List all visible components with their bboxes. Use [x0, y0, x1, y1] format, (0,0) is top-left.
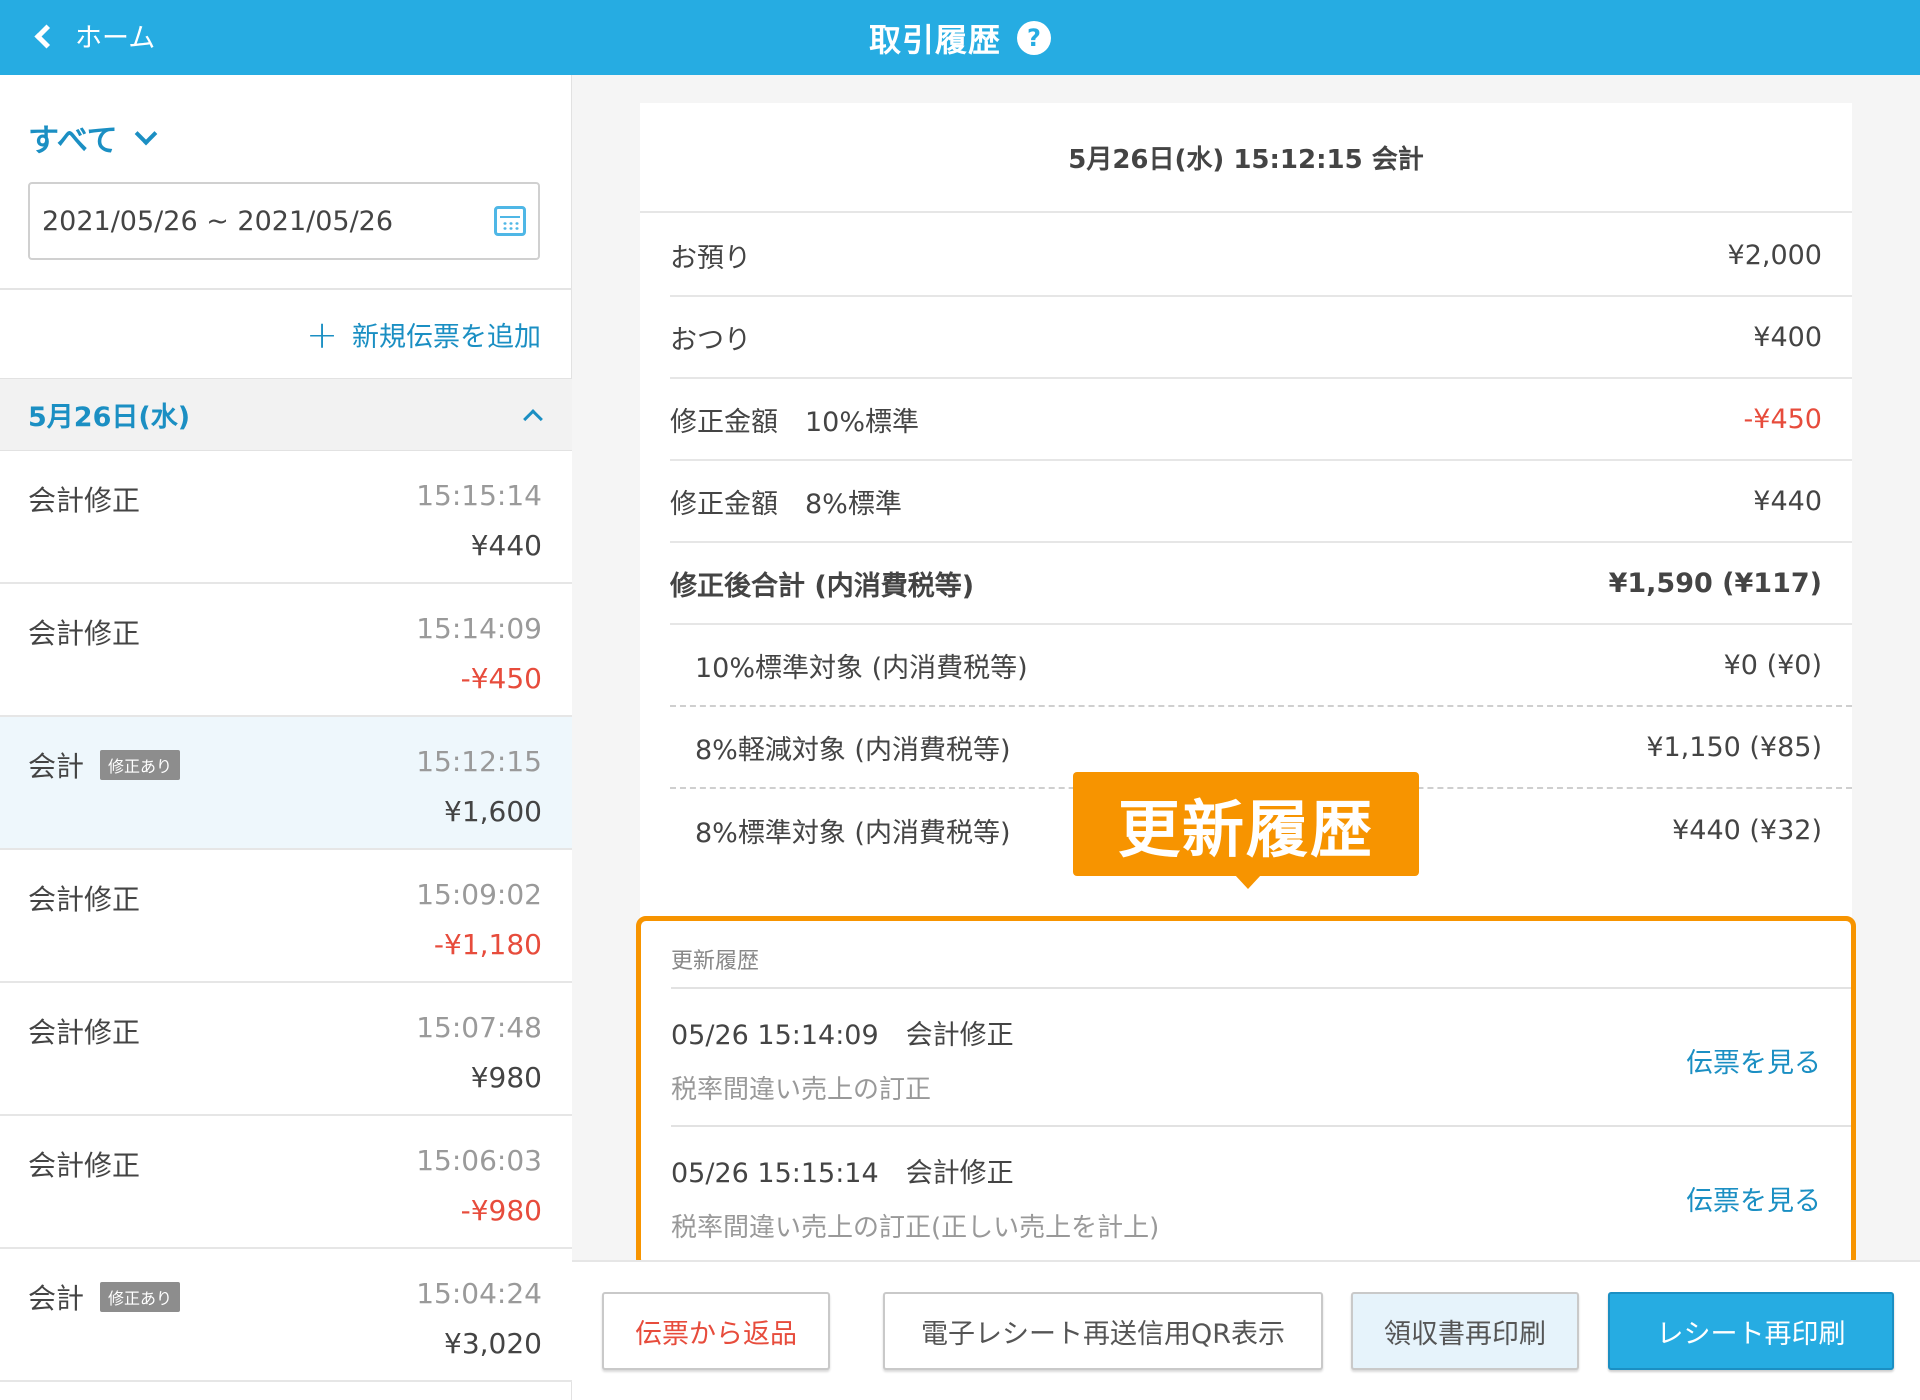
action-bar: 伝票から返品 電子レシート再送信用QR表示 領収書再印刷 レシート再印刷	[572, 1260, 1920, 1400]
history-item: 05/26 15:14:09 会計修正 税率間違い売上の訂正 伝票を見る	[671, 989, 1821, 1125]
detail-row-value: ¥2,000	[1727, 239, 1822, 271]
filter-label: すべて	[28, 123, 118, 159]
transaction-amount: ¥1,600	[444, 795, 542, 828]
transaction-amount: -¥1,180	[433, 928, 542, 961]
modified-badge: 修正あり	[100, 1282, 181, 1312]
detail-row-label: お預り	[670, 242, 751, 274]
detail-row-label: おつり	[670, 324, 751, 356]
detail-row-label: 10%標準対象 (内消費税等)	[695, 652, 1028, 684]
reprint-slip-button[interactable]: レシート再印刷	[1608, 1292, 1894, 1370]
plus-icon: +	[306, 312, 338, 357]
detail-row: 修正金額 8%標準 ¥440	[670, 461, 1852, 543]
callout-pointer	[1235, 875, 1261, 889]
date-range-input[interactable]: 2021/05/26 ~ 2021/05/26	[28, 182, 540, 260]
reprint-receipt-button[interactable]: 領収書再印刷	[1351, 1292, 1579, 1370]
transaction-name: 会計修正	[28, 1016, 141, 1049]
detail-row-value: -¥450	[1743, 403, 1822, 435]
detail-row: おつり ¥400	[670, 297, 1852, 379]
detail-row-value: ¥1,150 (¥85)	[1646, 731, 1822, 763]
history-callout: 更新履歴	[1073, 772, 1419, 876]
chevron-up-icon	[523, 408, 543, 429]
view-ticket-link[interactable]: 伝票を見る	[1686, 1179, 1821, 1218]
detail-row-label: 8%軽減対象 (内消費税等)	[695, 734, 1011, 766]
transaction-item[interactable]: 会計 修正あり 15:12:15 ¥1,600	[0, 717, 572, 850]
transaction-name-wrap: 会計 修正あり	[28, 745, 181, 785]
date-group-label: 5月26日(水)	[28, 402, 191, 433]
sidebar: すべて 2021/05/26 ~ 2021/05/26 + 新規伝票を追加 5月…	[0, 75, 572, 1400]
transaction-time: 15:06:03	[416, 1144, 542, 1177]
transaction-time: 15:15:14	[416, 479, 542, 512]
history-item-main: 05/26 15:15:14 会計修正	[671, 1158, 1014, 1189]
transaction-amount: ¥980	[470, 1061, 542, 1094]
detail-row-value: ¥440	[1753, 485, 1822, 517]
add-ticket-label: 新規伝票を追加	[352, 322, 541, 353]
view-ticket-link[interactable]: 伝票を見る	[1686, 1041, 1821, 1080]
transaction-time: 15:04:24	[416, 1277, 542, 1310]
transaction-name: 会計修正	[28, 1149, 141, 1182]
detail-row: お預り ¥2,000	[670, 215, 1852, 297]
transaction-name-wrap: 会計修正	[28, 1144, 140, 1184]
history-title: 更新履歴	[671, 949, 760, 974]
title-area: 取引履歴 ?	[0, 0, 1920, 75]
transaction-time: 15:07:48	[416, 1011, 542, 1044]
return-from-ticket-button[interactable]: 伝票から返品	[602, 1292, 830, 1370]
transaction-item[interactable]: 会計修正 15:09:02 -¥1,180	[0, 850, 572, 983]
divider	[0, 288, 572, 290]
transaction-name-wrap: 会計修正	[28, 479, 140, 519]
detail-row: 修正後合計 (内消費税等) ¥1,590 (¥117)	[670, 543, 1852, 625]
detail-row-value: ¥400	[1753, 321, 1822, 353]
transaction-item[interactable]: 会計修正 15:06:03 -¥980	[0, 1116, 572, 1249]
transaction-name-wrap: 会計 修正あり	[28, 1277, 181, 1317]
detail-row-label: 修正後合計 (内消費税等)	[670, 570, 975, 602]
app-header: ホーム 取引履歴 ?	[0, 0, 1920, 75]
detail-row-label: 修正金額 10%標準	[670, 406, 920, 438]
transaction-time: 15:09:02	[416, 878, 542, 911]
detail-heading: 5月26日(水) 15:12:15 会計	[640, 103, 1852, 213]
help-icon[interactable]: ?	[1017, 20, 1051, 55]
transaction-name: 会計	[28, 1282, 85, 1315]
show-qr-button[interactable]: 電子レシート再送信用QR表示	[883, 1292, 1323, 1370]
transaction-amount: -¥980	[460, 1194, 542, 1227]
detail-row-value: ¥0 (¥0)	[1723, 649, 1822, 681]
history-item-note: 税率間違い売上の訂正(正しい売上を計上)	[671, 1213, 1160, 1243]
modified-badge: 修正あり	[100, 750, 181, 780]
transaction-name-wrap: 会計修正	[28, 612, 140, 652]
detail-row: 修正金額 10%標準 -¥450	[670, 379, 1852, 461]
detail-row-value: ¥440 (¥32)	[1672, 814, 1822, 846]
transaction-amount: -¥450	[460, 662, 542, 695]
update-history-section: 更新履歴 05/26 15:14:09 会計修正 税率間違い売上の訂正 伝票を見…	[636, 916, 1856, 1269]
page-title: 取引履歴	[868, 20, 1001, 59]
transaction-name-wrap: 会計修正	[28, 878, 140, 918]
detail-row-label: 8%標準対象 (内消費税等)	[695, 817, 1011, 849]
transaction-item[interactable]: 会計修正 15:07:48 ¥980	[0, 983, 572, 1116]
main-panel: 5月26日(水) 15:12:15 会計 お預り ¥2,000 おつり ¥400 修正金…	[572, 75, 1920, 1269]
transaction-list: 会計修正 15:15:14 ¥440 会計修正 15:14:09 -¥450 会計 修正あり 1…	[0, 451, 572, 1382]
transaction-item[interactable]: 会計 修正あり 15:04:24 ¥3,020	[0, 1249, 572, 1382]
detail-row: 10%標準対象 (内消費税等) ¥0 (¥0)	[670, 625, 1852, 707]
calendar-icon[interactable]	[494, 206, 526, 236]
add-ticket-button[interactable]: + 新規伝票を追加	[306, 315, 541, 354]
transaction-name-wrap: 会計修正	[28, 1011, 140, 1051]
transaction-item[interactable]: 会計修正 15:15:14 ¥440	[0, 451, 572, 584]
history-item-note: 税率間違い売上の訂正	[671, 1075, 932, 1105]
transaction-name: 会計修正	[28, 484, 141, 517]
date-group-header[interactable]: 5月26日(水)	[0, 378, 572, 451]
transaction-amount: ¥3,020	[444, 1327, 542, 1360]
detail-row-value: ¥1,590 (¥117)	[1608, 567, 1822, 599]
transaction-detail-card: 5月26日(水) 15:12:15 会計 お預り ¥2,000 おつり ¥400 修正金…	[636, 103, 1856, 1269]
chevron-down-icon	[134, 122, 157, 145]
transaction-item[interactable]: 会計修正 15:14:09 -¥450	[0, 584, 572, 717]
detail-row-label: 修正金額 8%標準	[670, 488, 902, 520]
date-range-value: 2021/05/26 ~ 2021/05/26	[42, 205, 394, 237]
transaction-name: 会計	[28, 750, 85, 783]
history-item-main: 05/26 15:14:09 会計修正	[671, 1020, 1014, 1051]
history-item: 05/26 15:15:14 会計修正 税率間違い売上の訂正(正しい売上を計上)…	[671, 1127, 1821, 1263]
transaction-amount: ¥440	[470, 529, 542, 562]
transaction-name: 会計修正	[28, 617, 141, 650]
filter-dropdown[interactable]: すべて	[28, 115, 157, 160]
transaction-time: 15:12:15	[416, 745, 542, 778]
transaction-name: 会計修正	[28, 883, 141, 916]
transaction-time: 15:14:09	[416, 612, 542, 645]
